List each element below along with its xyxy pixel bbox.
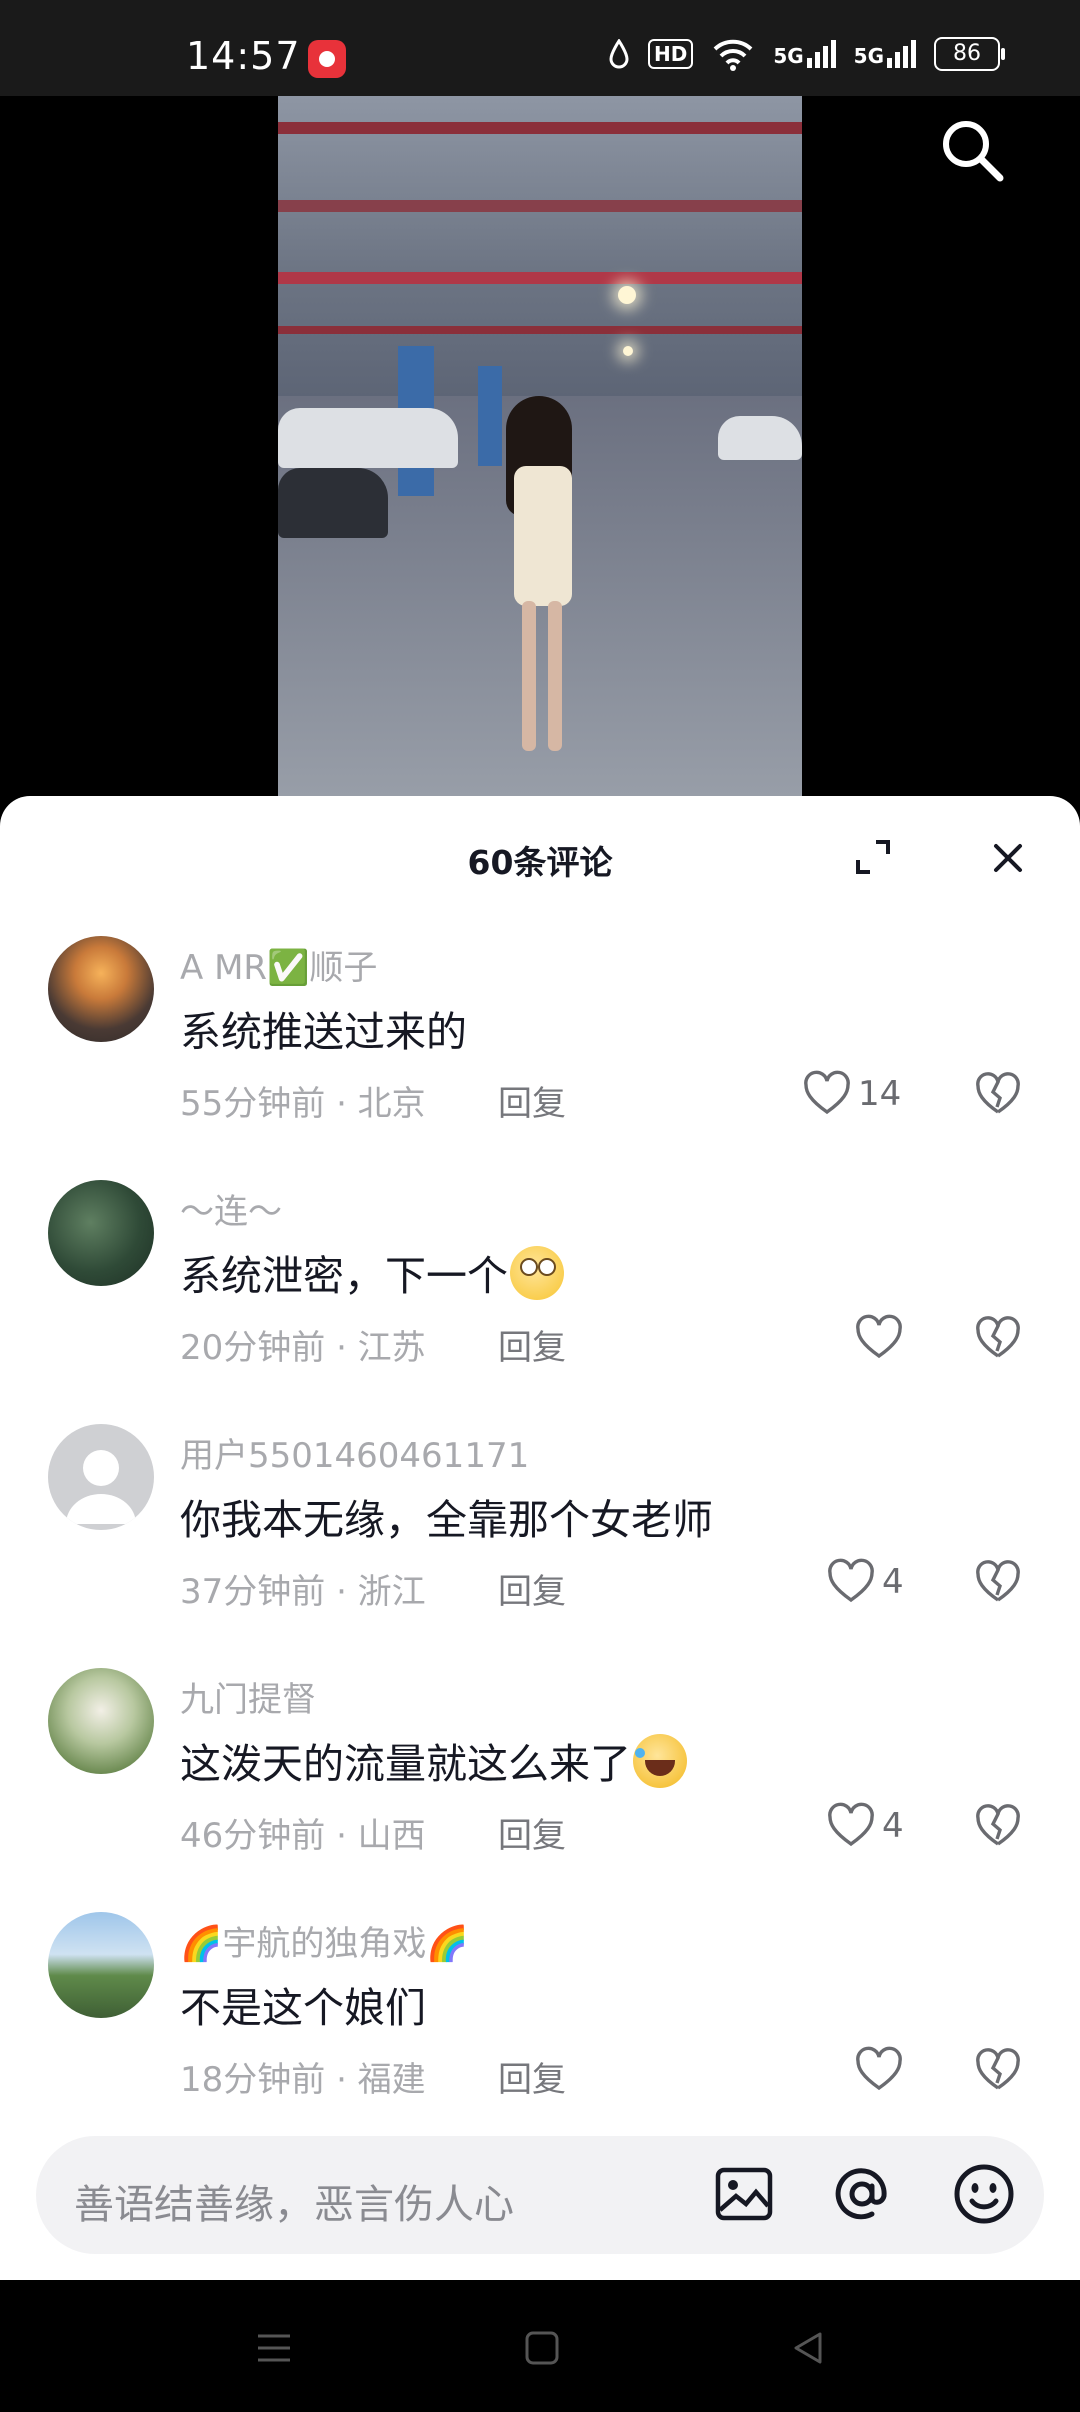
heart-icon: [856, 1314, 902, 1359]
dislike-icon[interactable]: [974, 1070, 1022, 1118]
video-frame[interactable]: [278, 96, 802, 816]
dislike-icon[interactable]: [974, 2046, 1022, 2094]
like-button[interactable]: [854, 1310, 904, 1366]
expand-icon[interactable]: [854, 838, 892, 876]
comments-count-title: 60条评论: [467, 843, 613, 882]
like-count: 4: [882, 1562, 904, 1602]
heart-icon: [828, 1558, 874, 1603]
comment-author[interactable]: 🌈宇航的独角戏🌈: [180, 1916, 469, 1965]
image-icon[interactable]: [710, 2160, 778, 2228]
reply-button[interactable]: 回复: [498, 1320, 566, 1369]
reply-button[interactable]: 回复: [498, 1808, 566, 1857]
like-button[interactable]: [854, 2042, 904, 2098]
search-icon[interactable]: [936, 114, 1010, 188]
comment-text: 你我本无缘，全靠那个女老师: [180, 1496, 713, 1544]
like-count: 14: [858, 1074, 902, 1114]
reply-button[interactable]: 回复: [498, 1076, 566, 1125]
dislike-icon[interactable]: [974, 1558, 1022, 1606]
ceiling-beam: [278, 326, 802, 334]
like-count: 4: [882, 1806, 904, 1846]
comment-item: 九门提督 这泼天的流量就这么来了 46分钟前 · 山西 回复 4: [0, 1668, 1080, 1908]
ceiling-beam: [278, 122, 802, 134]
comment-text: 系统泄密，下一个: [180, 1242, 564, 1302]
heart-icon: [804, 1070, 850, 1115]
comment-input-placeholder: 善语结善缘，恶言伤人心: [74, 2182, 514, 2228]
dislike-icon[interactable]: [974, 1314, 1022, 1362]
like-button[interactable]: 4: [826, 1554, 904, 1610]
comment-time-location: 55分钟前 · 北京: [180, 1084, 426, 1124]
home-icon[interactable]: [520, 2326, 564, 2370]
like-button[interactable]: 4: [826, 1798, 904, 1854]
avatar[interactable]: [48, 1424, 154, 1530]
video-player[interactable]: [0, 96, 1080, 816]
battery-indicator: 86: [934, 37, 1005, 71]
comment-text: 系统推送过来的: [180, 1008, 467, 1056]
heart-icon: [828, 1802, 874, 1847]
comment-time-location: 20分钟前 · 江苏: [180, 1328, 426, 1368]
hd-badge: HD: [647, 39, 694, 69]
system-nav-bar: [0, 2280, 1080, 2412]
laughing-crying-emoji: [633, 1734, 687, 1788]
at-icon[interactable]: [828, 2160, 896, 2228]
avatar[interactable]: [48, 1668, 154, 1774]
comment-text: 这泼天的流量就这么来了: [180, 1730, 687, 1790]
comment-time-location: 46分钟前 · 山西: [180, 1816, 426, 1856]
reply-button[interactable]: 回复: [498, 1564, 566, 1613]
avatar[interactable]: [48, 936, 154, 1042]
status-icons: HD 5G 5G 86: [608, 34, 1005, 74]
comment-text: 不是这个娘们: [180, 1984, 426, 2032]
dislike-icon[interactable]: [974, 1802, 1022, 1850]
avatar[interactable]: [48, 1912, 154, 2018]
default-avatar-icon: [66, 1450, 136, 1524]
person-leg: [548, 601, 562, 751]
heart-icon: [856, 2046, 902, 2091]
pillar: [478, 366, 502, 466]
close-icon[interactable]: [988, 838, 1028, 878]
screen-record-icon: [308, 40, 346, 78]
ceiling-light: [618, 286, 636, 304]
comment-time-location: 37分钟前 · 浙江: [180, 1572, 426, 1612]
person-dress: [514, 466, 572, 606]
comment-author[interactable]: ～连～: [180, 1184, 282, 1233]
status-time: 14:57: [186, 34, 301, 78]
wifi-icon: [713, 39, 753, 71]
ceiling-beam: [278, 200, 802, 212]
parked-car: [278, 468, 388, 538]
reply-button[interactable]: 回复: [498, 2052, 566, 2101]
comment-time-location: 18分钟前 · 福建: [180, 2060, 426, 2100]
comment-item: A MR✅顺子 系统推送过来的 55分钟前 · 北京 回复 14: [0, 936, 1080, 1176]
comment-author[interactable]: 用户5501460461171: [180, 1428, 529, 1477]
signal-icon-2: 5G: [854, 40, 916, 68]
comment-author[interactable]: A MR✅顺子: [180, 940, 377, 989]
comment-author[interactable]: 九门提督: [180, 1672, 316, 1721]
menu-icon[interactable]: [252, 2326, 296, 2370]
comments-sheet: 60条评论 A MR✅顺子 系统推送过来的 55分钟前 · 北京 回复 14 ～…: [0, 796, 1080, 2280]
rolling-eyes-emoji: [510, 1246, 564, 1300]
ceiling-beam: [278, 272, 802, 284]
water-drop-icon: [609, 39, 629, 69]
like-button[interactable]: 14: [802, 1066, 901, 1122]
status-bar: 14:57 HD 5G 5G 86: [0, 0, 1080, 96]
comment-item: ～连～ 系统泄密，下一个 20分钟前 · 江苏 回复: [0, 1180, 1080, 1420]
parked-car: [278, 408, 458, 468]
parked-car: [718, 416, 802, 460]
comment-item: 🌈宇航的独角戏🌈 不是这个娘们 18分钟前 · 福建 回复: [0, 1912, 1080, 2152]
back-icon[interactable]: [786, 2326, 830, 2370]
comment-item: 用户5501460461171 你我本无缘，全靠那个女老师 37分钟前 · 浙江…: [0, 1424, 1080, 1664]
comment-input[interactable]: 善语结善缘，恶言伤人心: [36, 2136, 1044, 2254]
emoji-icon[interactable]: [950, 2160, 1018, 2228]
ceiling-light: [623, 346, 633, 356]
person-leg: [522, 601, 536, 751]
signal-icon-1: 5G: [773, 40, 836, 68]
avatar[interactable]: [48, 1180, 154, 1286]
